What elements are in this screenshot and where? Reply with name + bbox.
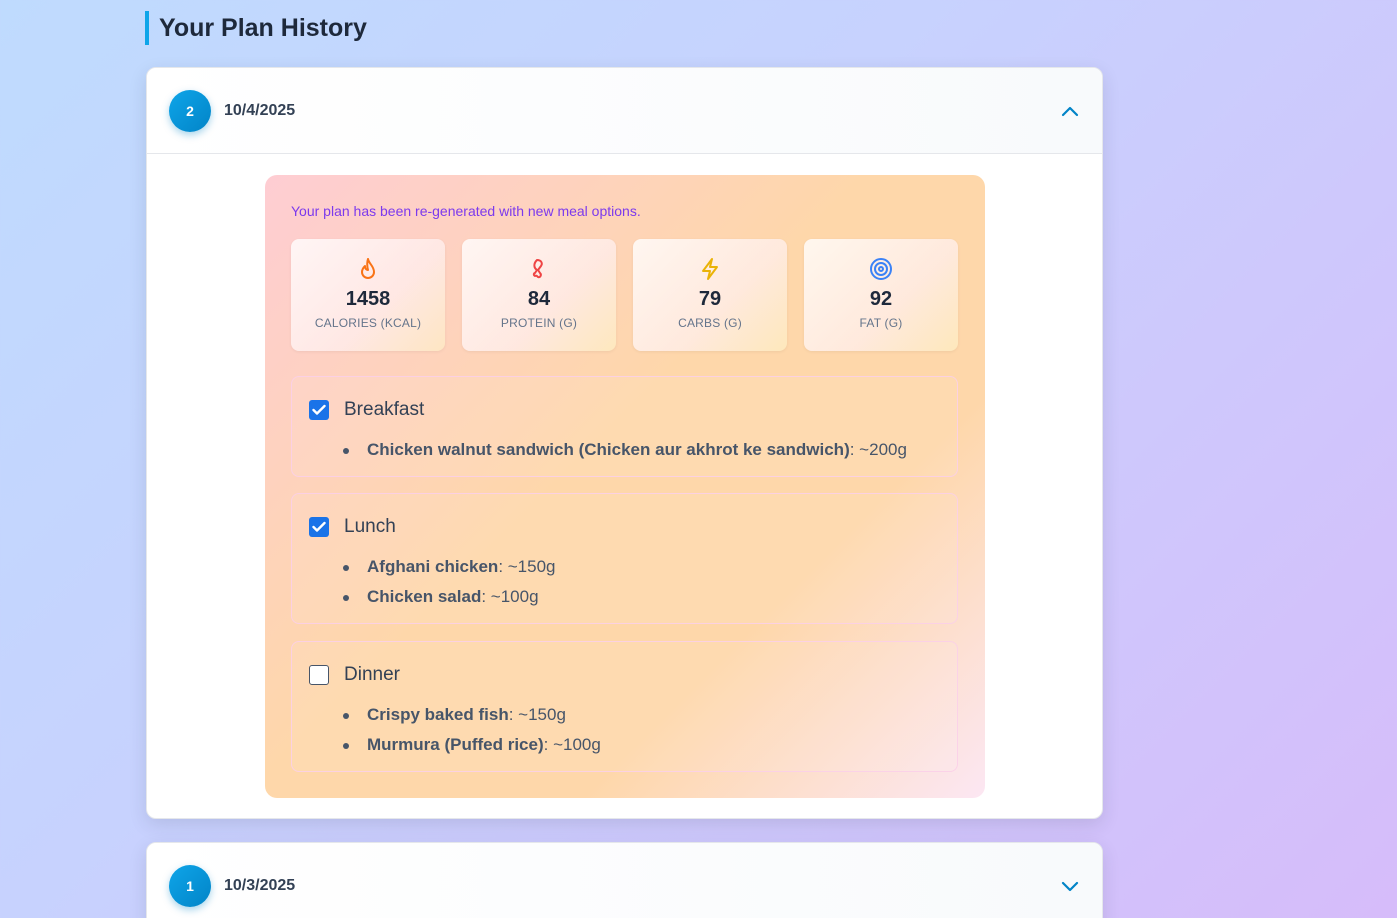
target-icon: [868, 256, 894, 282]
food-quantity: : ~100g: [481, 587, 539, 606]
drumstick-icon: [526, 256, 552, 282]
stat-value: 1458: [345, 288, 391, 310]
food-name: Chicken walnut sandwich (Chicken aur akh…: [367, 440, 850, 459]
stat-protein: 84 PROTEIN (G): [462, 239, 616, 351]
food-quantity: : ~200g: [849, 440, 907, 459]
flame-icon: [355, 256, 381, 282]
plan-date: 10/4/2025: [224, 101, 296, 119]
regenerated-message: Your plan has been re-generated with new…: [291, 203, 641, 219]
meal-checkbox-dinner[interactable]: [309, 665, 329, 685]
chevron-up-icon[interactable]: [1060, 101, 1080, 121]
food-name: Afghani chicken: [367, 557, 499, 576]
stat-calories: 1458 CALORIES (KCAL): [291, 239, 445, 351]
food-name: Crispy baked fish: [367, 705, 509, 724]
stat-value: 79: [698, 288, 722, 310]
stat-value: 92: [869, 288, 893, 310]
meal-checkbox-lunch[interactable]: [309, 517, 329, 537]
page-title: Your Plan History: [145, 11, 367, 45]
meal-item: Afghani chicken: ~150g: [343, 552, 556, 582]
plan-card-header[interactable]: 2 10/4/2025: [147, 68, 1102, 154]
meal-lunch: Lunch Afghani chicken: ~150g Chicken sal…: [291, 493, 958, 624]
meal-item: Murmura (Puffed rice): ~100g: [343, 730, 601, 760]
plan-card: 2 10/4/2025 Your plan has been re-genera…: [146, 67, 1103, 819]
stat-value: 84: [527, 288, 551, 310]
stat-label: PROTEIN (G): [500, 316, 578, 330]
check-icon: [312, 404, 326, 415]
food-quantity: : ~150g: [508, 705, 566, 724]
plan-card: 1 10/3/2025: [146, 842, 1103, 918]
stat-label: FAT (G): [859, 316, 903, 330]
stat-label: CALORIES (KCAL): [314, 316, 422, 330]
stat-fat: 92 FAT (G): [804, 239, 958, 351]
plan-date: 10/3/2025: [224, 877, 296, 894]
nutrition-stats: 1458 CALORIES (KCAL) 84 PROTEIN (G) 79 C…: [291, 239, 958, 351]
check-icon: [312, 521, 326, 532]
food-quantity: : ~150g: [498, 557, 556, 576]
plan-number-badge: 2: [169, 89, 211, 132]
meal-breakfast: Breakfast Chicken walnut sandwich (Chick…: [291, 376, 958, 477]
stat-carbs: 79 CARBS (G): [633, 239, 787, 351]
plan-details-panel: Your plan has been re-generated with new…: [265, 175, 985, 798]
meal-item: Chicken walnut sandwich (Chicken aur akh…: [343, 435, 907, 465]
plan-number-badge: 1: [169, 865, 211, 907]
food-name: Murmura (Puffed rice): [367, 735, 544, 754]
meal-title: Dinner: [344, 664, 400, 685]
meal-title: Breakfast: [344, 399, 425, 420]
meal-item: Chicken salad: ~100g: [343, 582, 556, 612]
meal-item: Crispy baked fish: ~150g: [343, 700, 601, 730]
plan-card-header[interactable]: 1 10/3/2025: [147, 843, 1102, 918]
meal-checkbox-breakfast[interactable]: [309, 400, 329, 420]
chevron-down-icon[interactable]: [1060, 876, 1080, 896]
stat-label: CARBS (G): [678, 316, 742, 330]
meal-dinner: Dinner Crispy baked fish: ~150g Murmura …: [291, 641, 958, 772]
meal-title: Lunch: [344, 516, 396, 537]
food-quantity: : ~100g: [543, 735, 601, 754]
food-name: Chicken salad: [367, 587, 482, 606]
lightning-icon: [697, 256, 723, 282]
